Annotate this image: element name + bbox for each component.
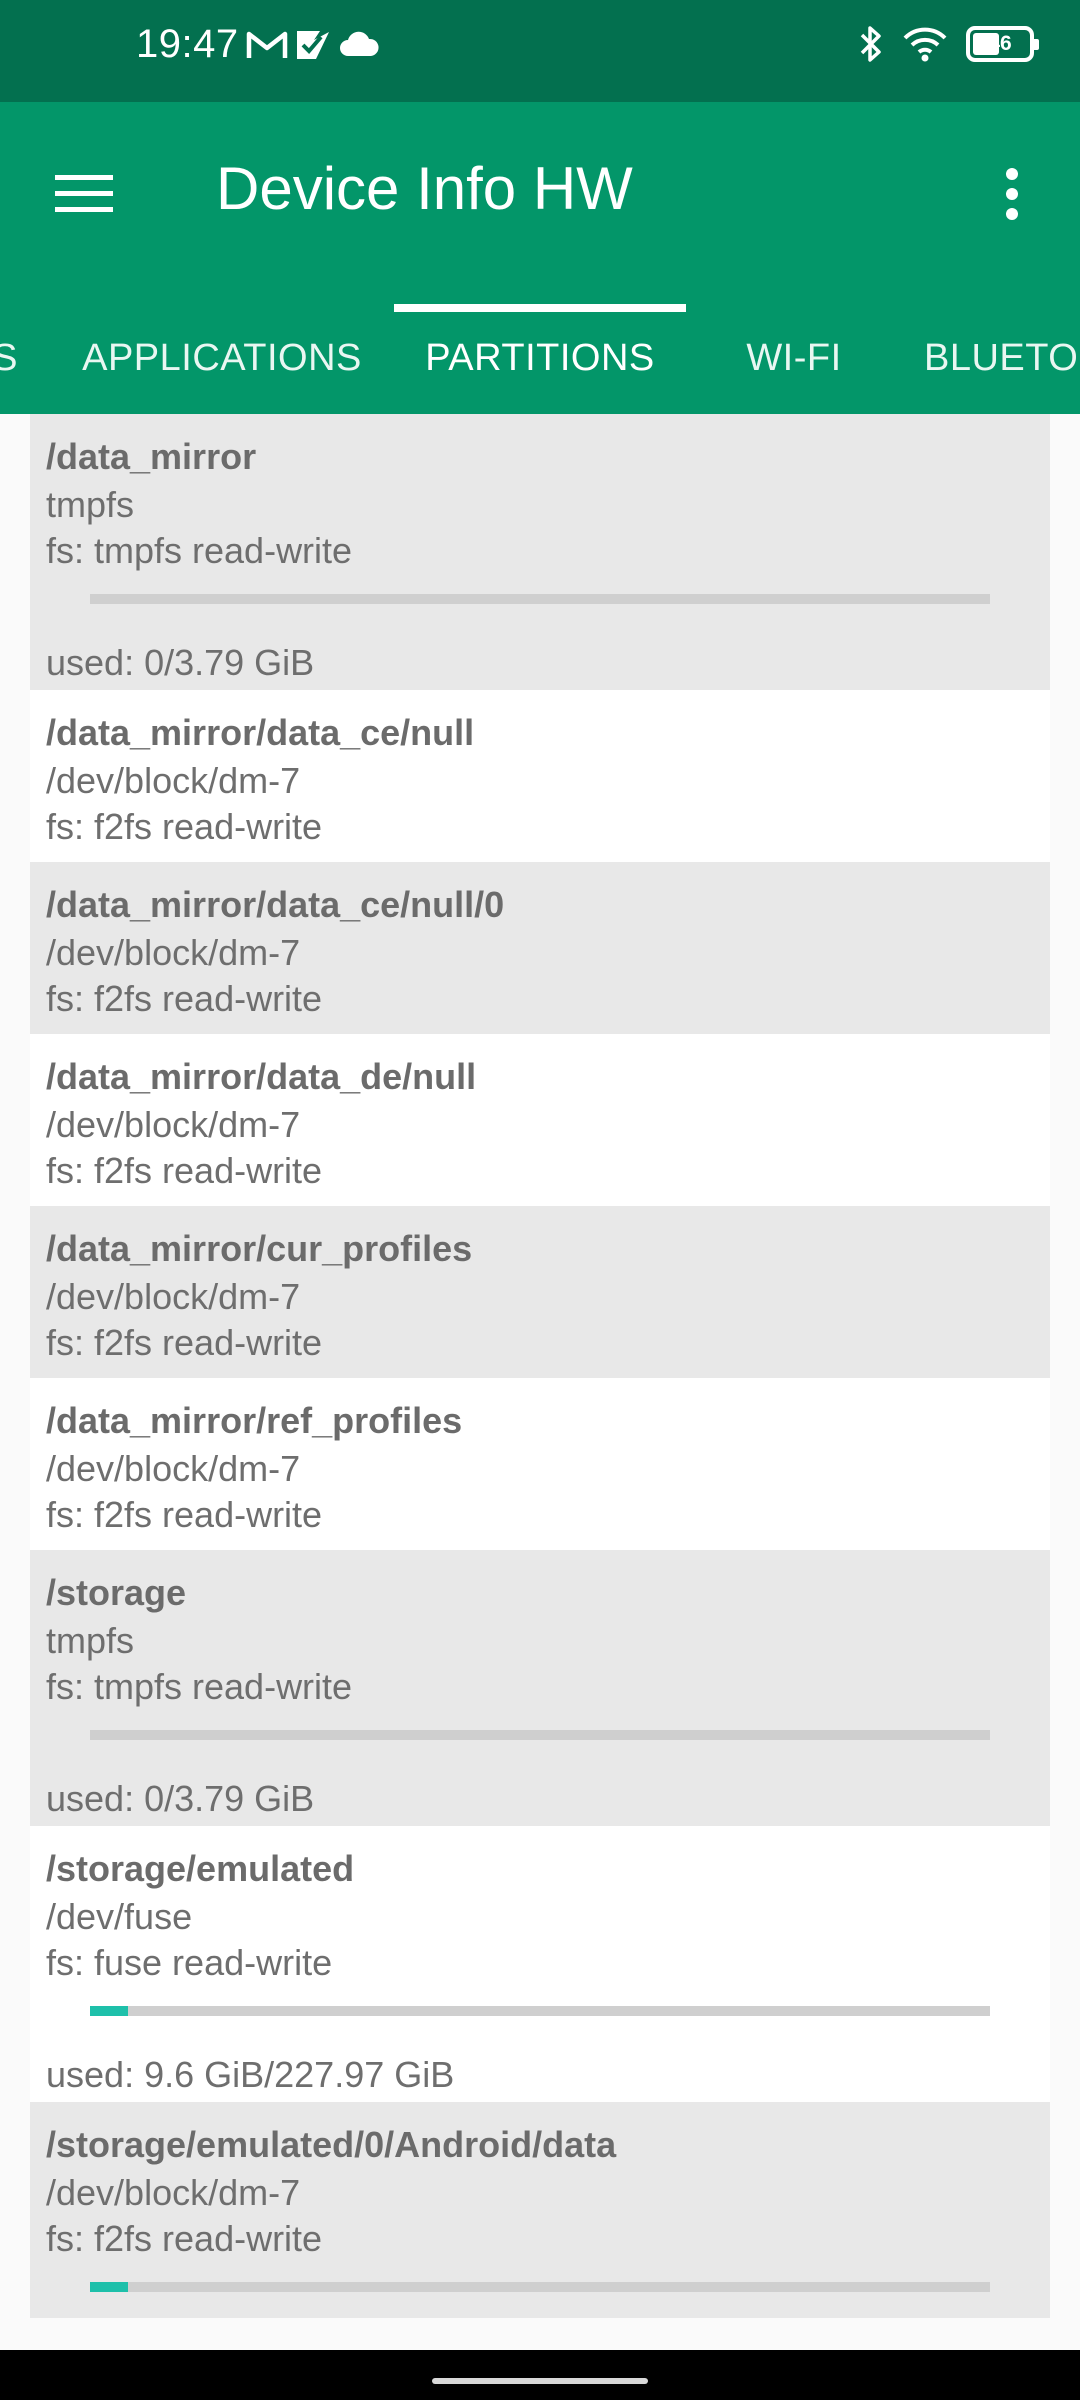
partition-path: /data_mirror/ref_profiles (46, 1400, 463, 1441)
partition-filesystem: fs: f2fs read-write (46, 1322, 323, 1363)
tab-partial-left[interactable]: S (0, 302, 20, 414)
tab-bluetooth[interactable]: BLUETO (924, 302, 1080, 414)
menu-button[interactable] (36, 146, 132, 242)
usage-bar (90, 2282, 990, 2292)
partition-device: /dev/block/dm-7 (46, 1448, 301, 1489)
partition-filesystem: fs: f2fs read-write (46, 978, 323, 1019)
partition-item[interactable]: /data_mirror/cur_profiles/dev/block/dm-7… (30, 1206, 1050, 1378)
partition-filesystem: fs: f2fs read-write (46, 1494, 323, 1535)
battery-icon: 46 (966, 26, 1039, 62)
partition-device: /dev/block/dm-7 (46, 932, 301, 973)
partition-used: used: 0/3.79 GiB (46, 1778, 315, 1819)
app-title: Device Info HW (216, 155, 633, 222)
bluetooth-icon (860, 26, 881, 62)
system-icons: 46 (858, 24, 1039, 64)
partition-filesystem: fs: f2fs read-write (46, 1150, 323, 1191)
usage-bar (90, 1730, 990, 1740)
partition-item[interactable]: /data_mirror/ref_profiles/dev/block/dm-7… (30, 1378, 1050, 1550)
partition-used: used: 9.6 GiB/227.97 GiB (46, 2054, 455, 2095)
gmail-icon (246, 31, 288, 58)
wifi-icon (903, 27, 947, 62)
partition-device: /dev/block/dm-7 (46, 2172, 301, 2213)
partition-path: /data_mirror (46, 436, 257, 477)
tab-applications[interactable]: APPLICATIONS (66, 302, 378, 414)
partition-used: used: 0/3.79 GiB (46, 642, 315, 683)
partition-device: /dev/block/dm-7 (46, 1276, 301, 1317)
gesture-handle[interactable] (432, 2378, 648, 2384)
status-time: 19:47 (136, 22, 239, 66)
partition-path: /storage (46, 1572, 187, 1613)
partition-item[interactable]: /data_mirror/data_ce/null/dev/block/dm-7… (30, 690, 1050, 862)
status-bar: 19:47 46 (0, 0, 1080, 102)
usage-bar-fill (90, 2282, 128, 2292)
battery-level: 46 (988, 32, 1012, 55)
partition-device: /dev/block/dm-7 (46, 1104, 301, 1145)
partition-path: /data_mirror/data_ce/null (46, 712, 475, 753)
navigation-bar (0, 2350, 1080, 2400)
partition-device: /dev/fuse (46, 1896, 193, 1937)
usage-bar-fill (90, 2006, 128, 2016)
app-bar: Device Info HW S APPLICATIONS PARTITIONS… (0, 102, 1080, 414)
overflow-menu-button[interactable] (972, 146, 1052, 242)
partition-item[interactable]: /data_mirrortmpfs fs: tmpfs read-write use… (30, 414, 1050, 690)
partition-item[interactable]: /data_mirror/data_ce/null/0/dev/block/dm… (30, 862, 1050, 1034)
more-vert-icon (1006, 168, 1018, 220)
hamburger-menu-icon (55, 175, 113, 212)
partition-item[interactable]: /storage/emulated/0/Android/data/dev/blo… (30, 2102, 1050, 2318)
partition-device: /dev/block/dm-7 (46, 760, 301, 801)
partition-filesystem: fs: tmpfs read-write (46, 530, 353, 571)
partition-item[interactable]: /storage tmpfs fs: tmpfs read-write used: 0… (30, 1550, 1050, 1826)
partition-path: /data_mirror/data_de/null (46, 1056, 477, 1097)
partition-filesystem: fs: f2fs read-write (46, 2218, 323, 2259)
partition-path: /storage/emulated (46, 1848, 355, 1889)
cloud-icon (340, 31, 379, 56)
usage-bar (90, 2006, 990, 2016)
partition-device: tmpfs (46, 1620, 135, 1661)
tab-indicator (394, 304, 686, 312)
partition-list[interactable]: /data_mirrortmpfs fs: tmpfs read-write use… (30, 414, 1050, 2318)
partition-path: /data_mirror/data_ce/null/0 (46, 884, 505, 925)
partition-path: /storage/emulated/0/Android/data (46, 2124, 617, 2165)
tab-bar: S APPLICATIONS PARTITIONS WI-FI BLUETO (0, 302, 1080, 414)
partition-filesystem: fs: tmpfs read-write (46, 1666, 353, 1707)
notification-icons (246, 28, 380, 62)
partition-item[interactable]: /data_mirror/data_de/null/dev/block/dm-7… (30, 1034, 1050, 1206)
partition-device: tmpfs (46, 484, 135, 525)
check-icon (297, 31, 329, 59)
tab-partitions[interactable]: PARTITIONS (394, 302, 686, 414)
partition-filesystem: fs: fuse read-write (46, 1942, 333, 1983)
usage-bar (90, 594, 990, 604)
partition-filesystem: fs: f2fs read-write (46, 806, 323, 847)
partition-item[interactable]: /storage/emulated/dev/fuse fs: fuse read-… (30, 1826, 1050, 2102)
partition-path: /data_mirror/cur_profiles (46, 1228, 473, 1269)
tab-wifi[interactable]: WI-FI (706, 302, 882, 414)
